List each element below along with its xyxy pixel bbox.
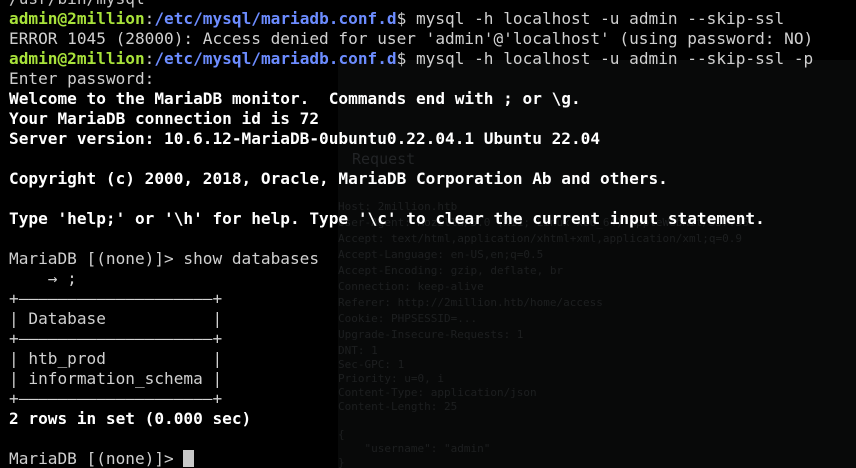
welcome-line: Welcome to the MariaDB monitor. Commands…	[9, 89, 581, 108]
output-line: /usr/bin/mysql	[9, 0, 813, 9]
help-line: Type 'help;' or '\h' for help. Type '\c'…	[9, 209, 765, 228]
shell-command: mysql -h localhost -u admin --skip-ssl -…	[406, 49, 814, 68]
prompt-separator: :	[144, 49, 155, 68]
copyright-line: Copyright (c) 2000, 2018, Oracle, MariaD…	[9, 169, 668, 188]
mariadb-prompt: MariaDB [(none)]>	[9, 449, 184, 468]
text-cursor[interactable]	[183, 450, 195, 467]
terminal-window[interactable]: Request Host: 2million.htb User-Agent: M…	[0, 0, 856, 468]
shell-command: mysql -h localhost -u admin --skip-ssl	[406, 9, 785, 28]
password-prompt: Enter password:	[9, 69, 165, 88]
shell-prompt-line: admin@2million:/etc/mysql/mariadb.conf.d…	[9, 49, 813, 69]
table-row: | information_schema |	[9, 369, 223, 388]
continuation-line: → ;	[9, 269, 77, 288]
rows-summary: 2 rows in set (0.000 sec)	[9, 409, 252, 428]
connection-id-line: Your MariaDB connection id is 72	[9, 109, 320, 128]
table-border-mid: +————————————————————+	[9, 329, 223, 348]
server-version-line: Server version: 10.6.12-MariaDB-0ubuntu0…	[9, 129, 601, 148]
prompt-symbol: $	[396, 9, 407, 28]
prompt-user: admin@2million	[9, 49, 145, 68]
error-line: ERROR 1045 (28000): Access denied for us…	[9, 29, 814, 48]
prompt-path: /etc/mysql/mariadb.conf.d	[154, 9, 397, 28]
prompt-path: /etc/mysql/mariadb.conf.d	[154, 49, 397, 68]
table-row: | htb_prod |	[9, 349, 223, 368]
prompt-separator: :	[144, 9, 155, 28]
table-header: | Database |	[9, 309, 223, 328]
prompt-symbol: $	[396, 49, 407, 68]
table-border-top: +————————————————————+	[9, 289, 223, 308]
mariadb-command-line: MariaDB [(none)]> show databases	[9, 249, 320, 268]
terminal-output: /usr/bin/mysql admin@2million:/etc/mysql…	[9, 0, 813, 468]
mariadb-input-line[interactable]: MariaDB [(none)]>	[9, 449, 813, 468]
table-border-bottom: +————————————————————+	[9, 389, 223, 408]
prompt-user: admin@2million	[9, 9, 145, 28]
shell-prompt-line: admin@2million:/etc/mysql/mariadb.conf.d…	[9, 9, 813, 29]
